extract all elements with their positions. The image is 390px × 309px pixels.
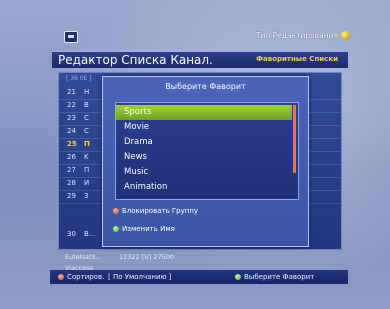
lock-group-action[interactable]: Блокировать Группу (113, 205, 198, 217)
lock-group-label: Блокировать Группу (122, 207, 199, 215)
sort-value: [ По Умолчанию ] (108, 273, 172, 281)
channel-number: 25 (67, 140, 77, 148)
rename-action[interactable]: Изменить Имя (113, 223, 175, 235)
channel-name: H (84, 88, 90, 96)
channel-number: 28 (67, 179, 76, 187)
dialog-title: Выберите Фаворит (165, 82, 246, 91)
channel-number: 26 (67, 153, 76, 161)
red-button-icon (58, 274, 64, 280)
favorites-lists-label: Фаворитные Списки (256, 55, 338, 63)
scrollbar[interactable] (293, 105, 296, 173)
favorite-list: Sports Movie Drama News Music Animation (115, 102, 299, 200)
header-bar: Редактор Списка Канал. Фаворитные Списки (52, 51, 348, 68)
favorite-item-music[interactable]: Music (116, 165, 292, 180)
green-button-icon (113, 226, 119, 232)
channel-number: 23 (67, 114, 76, 122)
rename-label: Изменить Имя (122, 225, 175, 233)
channel-name: C (84, 114, 89, 122)
favorite-item-drama[interactable]: Drama (116, 135, 292, 150)
transponder-info: 12322 [V] 27500 (119, 253, 175, 261)
channel-name: B (84, 101, 89, 109)
channel-name: C (84, 127, 89, 135)
channel-name: K (84, 153, 89, 161)
channel-number: 24 (67, 127, 76, 135)
favorite-item-news[interactable]: News (116, 150, 292, 165)
channel-number: 22 (67, 101, 76, 109)
yellow-button-icon (341, 31, 350, 40)
sort-action[interactable]: Сортиров. (58, 270, 104, 284)
select-favorite-action[interactable]: Выберите Фаворит (235, 270, 314, 284)
satellite-info: EutelsatS... (65, 253, 102, 261)
favorite-item-animation[interactable]: Animation (116, 180, 292, 195)
favorite-item-movie[interactable]: Movie (116, 120, 292, 135)
channel-name: И (84, 179, 90, 187)
channel-name: B... (84, 230, 96, 238)
channel-name: П (84, 140, 90, 148)
channel-number: 21 (67, 88, 76, 96)
green-button-icon (235, 274, 241, 280)
select-favorite-label: Выберите Фаворит (244, 273, 315, 281)
sort-label: Сортиров. (67, 273, 105, 281)
tv-icon (64, 31, 78, 43)
tv-screen: Тип Редактирования Редактор Списка Канал… (0, 0, 390, 309)
page-title: Редактор Списка Канал. (58, 53, 213, 67)
mode-text: Тип Редактирования (255, 31, 338, 40)
list-header-text: [ 36 0E ] (66, 75, 92, 82)
channel-number: 30 (67, 230, 76, 238)
bottom-bar: Сортиров. [ По Умолчанию ] Выберите Фаво… (50, 270, 348, 284)
channel-number: 27 (67, 166, 76, 174)
favorite-item-sports[interactable]: Sports (116, 105, 292, 120)
red-button-icon (113, 208, 119, 214)
channel-name: П (84, 166, 90, 174)
channel-name: 3 (84, 192, 89, 200)
channel-number: 29 (67, 192, 76, 200)
favorite-select-dialog: Выберите Фаворит Sports Movie Drama News… (102, 76, 309, 247)
